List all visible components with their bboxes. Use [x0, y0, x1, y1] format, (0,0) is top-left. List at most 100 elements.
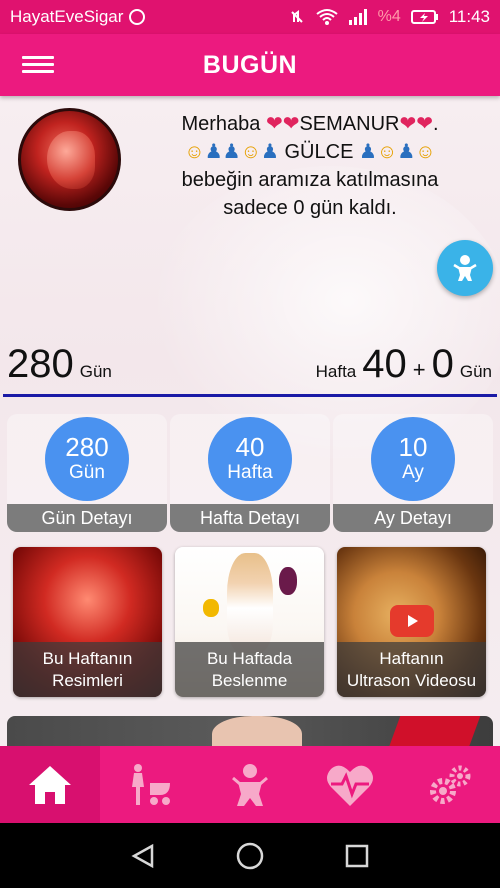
stat-unit: Hafta	[227, 462, 273, 483]
nav-health[interactable]	[300, 746, 400, 823]
banner-face-image	[212, 716, 302, 746]
main-content: Merhaba ❤❤SEMANUR❤❤. ☺♟♟☺♟ GÜLCE ♟☺♟☺ be…	[0, 96, 500, 746]
nav-mother[interactable]	[100, 746, 200, 823]
system-navigation-bar	[0, 823, 500, 888]
tile-caption: Bu Haftada Beslenme	[175, 642, 324, 697]
settings-icon	[430, 765, 471, 804]
fetus-avatar[interactable]	[18, 108, 121, 211]
extra-days-value: 0	[431, 342, 454, 386]
whatsapp-icon	[129, 9, 146, 25]
pregnant-woman-image	[227, 553, 273, 653]
baby-icon	[453, 255, 477, 281]
footprints-icon: ♟	[261, 141, 279, 163]
stat-label: Gün Detayı	[7, 504, 167, 532]
stat-label: Hafta Detayı	[170, 504, 330, 532]
day-detail-card[interactable]: 280 Gün Gün Detayı	[7, 414, 167, 532]
baby-fab-button[interactable]	[437, 240, 493, 296]
stat-unit: Gün	[69, 462, 105, 483]
days-counter: 280 Gün Hafta 40 + 0 Gün	[0, 336, 500, 396]
weeks-value: 40	[362, 342, 407, 386]
tile-caption-line-2: Ultrason Videosu	[346, 670, 477, 690]
tile-caption-line-1: Haftanın	[379, 648, 444, 668]
total-days-unit: Gün	[79, 362, 112, 381]
tile-caption: Haftanın Ultrason Videosu	[337, 642, 486, 697]
divider-line	[3, 394, 497, 397]
app-bar: BUGÜN	[0, 34, 500, 96]
stat-unit: Ay	[402, 462, 424, 483]
month-detail-card[interactable]: 10 Ay Ay Detayı	[333, 414, 493, 532]
weekly-images-tile[interactable]: Bu Haftanın Resimleri	[13, 547, 162, 697]
grapes-image	[279, 567, 297, 595]
greeting-prefix: Merhaba	[181, 113, 261, 135]
angel-icon: ☺	[415, 141, 436, 163]
stat-circle: 40 Hafta	[208, 417, 292, 501]
battery-percent: %4	[377, 8, 401, 25]
status-app-name: HayatEveSigar	[10, 7, 124, 26]
wifi-icon	[315, 9, 338, 25]
week-detail-card[interactable]: 40 Hafta Hafta Detayı	[170, 414, 330, 532]
stat-label: Ay Detayı	[333, 504, 493, 532]
bottom-navigation	[0, 746, 500, 823]
tile-caption: Bu Haftanın Resimleri	[13, 642, 162, 697]
tile-caption-line-1: Bu Haftada	[206, 648, 293, 668]
back-button[interactable]	[118, 831, 168, 881]
footprints-icon: ♟	[397, 141, 416, 163]
heart-rate-icon	[327, 765, 373, 806]
greeting-text: Merhaba ❤❤SEMANUR❤❤. ☺♟♟☺♟ GÜLCE ♟☺♟☺ be…	[130, 110, 490, 222]
greeting-line-1: Merhaba ❤❤SEMANUR❤❤.	[181, 113, 439, 135]
angel-icon: ☺	[184, 141, 205, 163]
baby-icon	[232, 763, 268, 806]
total-days: 280 Gün	[7, 342, 112, 387]
greeting-line-2: ☺♟♟☺♟ GÜLCE ♟☺♟☺	[130, 138, 490, 166]
stat-circle: 280 Gün	[45, 417, 129, 501]
stat-circle: 10 Ay	[371, 417, 455, 501]
heart-icon: ❤❤	[265, 113, 300, 135]
tile-caption-line-2: Resimleri	[52, 670, 123, 690]
greeting-line-3: bebeğin aramıza katılmasına	[181, 169, 439, 191]
angel-icon: ☺	[240, 141, 261, 163]
status-app: HayatEveSigar	[10, 7, 146, 27]
greeting-line-4: sadece 0 gün kaldı.	[223, 197, 397, 219]
mother-name: SEMANUR	[299, 113, 400, 135]
signal-icon	[348, 9, 367, 25]
fetus-image	[47, 131, 95, 189]
status-bar: HayatEveSigar %4 11:43	[0, 0, 500, 34]
stat-value: 10	[398, 432, 428, 462]
plus-sign: +	[412, 357, 426, 382]
week-counter: Hafta 40 + 0 Gün	[316, 342, 492, 387]
battery-charging-icon	[410, 10, 438, 24]
home-icon	[29, 765, 71, 804]
weekly-nutrition-tile[interactable]: Bu Haftada Beslenme	[175, 547, 324, 697]
ultrasound-video-tile[interactable]: Haftanın Ultrason Videosu	[337, 547, 486, 697]
extra-days-unit: Gün	[459, 362, 492, 381]
nav-baby[interactable]	[200, 746, 300, 823]
nav-settings[interactable]	[400, 746, 500, 823]
feature-tiles: Bu Haftanın Resimleri Bu Haftada Beslenm…	[13, 547, 493, 699]
nav-home[interactable]	[0, 746, 100, 823]
stat-value: 280	[65, 432, 109, 462]
mute-icon	[290, 10, 303, 23]
promo-banner[interactable]	[7, 716, 493, 746]
footprints-icon: ♟♟	[204, 141, 241, 163]
status-right: %4 11:43	[288, 7, 490, 27]
stat-cards: 280 Gün Gün Detayı 40 Hafta Hafta Detayı…	[7, 414, 493, 532]
tile-caption-line-2: Beslenme	[211, 670, 288, 690]
pepper-image	[203, 599, 219, 617]
angel-icon: ☺	[376, 141, 398, 163]
play-video-icon	[390, 605, 434, 637]
status-time: 11:43	[448, 7, 490, 26]
tile-caption-line-1: Bu Haftanın	[42, 648, 133, 668]
total-days-value: 280	[7, 342, 74, 386]
heart-icon: ❤❤	[399, 113, 433, 135]
hamburger-menu-icon[interactable]	[22, 52, 54, 78]
recents-button[interactable]	[332, 831, 382, 881]
page-title: BUGÜN	[202, 50, 298, 79]
home-button[interactable]	[225, 831, 275, 881]
back-triangle-icon	[131, 843, 154, 868]
stat-value: 40	[235, 432, 265, 462]
baby-name: GÜLCE	[284, 141, 354, 163]
mother-stroller-icon	[132, 763, 170, 805]
banner-ribbon	[385, 716, 481, 746]
week-label: Hafta	[315, 362, 357, 381]
footprints-icon: ♟	[358, 141, 377, 163]
